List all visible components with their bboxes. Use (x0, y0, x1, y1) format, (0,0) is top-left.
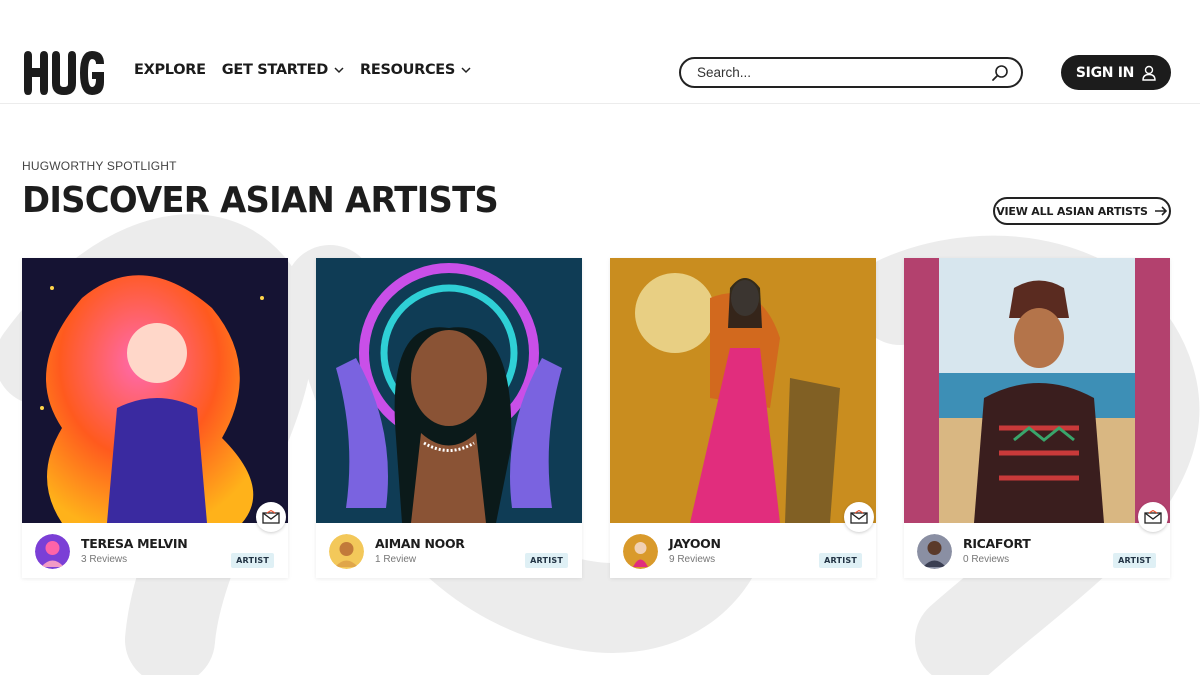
artist-name[interactable]: AIMAN NOOR (375, 536, 465, 551)
artist-name[interactable]: RICAFORT (963, 536, 1031, 551)
artist-name[interactable]: TERESA MELVIN (81, 536, 188, 551)
artist-badge: ARTIST (1113, 553, 1156, 568)
nav-get-started[interactable]: GET STARTED (222, 62, 344, 78)
view-all-label: VIEW ALL ASIAN ARTISTS (996, 204, 1148, 218)
chevron-down-icon (334, 67, 344, 74)
review-count: 3 Reviews (81, 554, 128, 565)
artwork-image[interactable] (22, 258, 288, 523)
artist-info: RICAFORT 0 Reviews ARTIST (904, 523, 1170, 578)
artist-info: JAYOON 9 Reviews ARTIST (610, 523, 876, 578)
artwork-image[interactable] (904, 258, 1170, 523)
envelope-icon (262, 510, 280, 524)
artist-avatar[interactable] (35, 534, 70, 569)
artist-name[interactable]: JAYOON (669, 536, 721, 551)
artist-badge: ARTIST (819, 553, 862, 568)
sign-in-label: SIGN IN (1075, 64, 1135, 81)
search-icon[interactable] (991, 64, 1009, 82)
nav-explore-label: EXPLORE (134, 62, 206, 78)
envelope-icon (850, 510, 868, 524)
nav-explore[interactable]: EXPLORE (134, 62, 206, 78)
review-count: 0 Reviews (963, 554, 1010, 565)
arrow-right-icon (1154, 206, 1167, 216)
hug-logo[interactable] (22, 50, 106, 96)
artist-avatar[interactable] (917, 534, 952, 569)
artist-cards: TERESA MELVIN 3 Reviews ARTIST AIMAN NOO… (22, 258, 1170, 578)
nav-resources[interactable]: RESOURCES (360, 62, 471, 78)
search-bar (679, 57, 1023, 88)
review-count: 1 Review (375, 554, 417, 565)
artist-info: AIMAN NOOR 1 Review ARTIST (316, 523, 582, 578)
artist-card[interactable]: RICAFORT 0 Reviews ARTIST (904, 258, 1170, 578)
section-title: DISCOVER ASIAN ARTISTS (22, 180, 499, 221)
review-count: 9 Reviews (669, 554, 716, 565)
artist-card[interactable]: AIMAN NOOR 1 Review ARTIST (316, 258, 582, 578)
artist-avatar[interactable] (329, 534, 364, 569)
main-nav: EXPLORE GET STARTED RESOURCES (134, 62, 471, 78)
nav-resources-label: RESOURCES (359, 62, 456, 78)
search-input[interactable] (697, 65, 991, 80)
artist-badge: ARTIST (525, 553, 568, 568)
artist-badge: ARTIST (231, 553, 274, 568)
artwork-image[interactable] (316, 258, 582, 523)
envelope-icon (1144, 510, 1162, 524)
view-all-artists-button[interactable]: VIEW ALL ASIAN ARTISTS (993, 197, 1171, 225)
artist-card[interactable]: JAYOON 9 Reviews ARTIST (610, 258, 876, 578)
section-eyebrow: HUGWORTHY SPOTLIGHT (22, 159, 177, 173)
nav-get-started-label: GET STARTED (221, 62, 329, 78)
artist-card[interactable]: TERESA MELVIN 3 Reviews ARTIST (22, 258, 288, 578)
user-icon (1142, 65, 1156, 81)
sign-in-button[interactable]: SIGN IN (1061, 55, 1171, 90)
artist-avatar[interactable] (623, 534, 658, 569)
artwork-image[interactable] (610, 258, 876, 523)
site-header: EXPLORE GET STARTED RESOURCES SIGN IN (0, 0, 1200, 104)
chevron-down-icon (461, 67, 471, 74)
artist-info: TERESA MELVIN 3 Reviews ARTIST (22, 523, 288, 578)
